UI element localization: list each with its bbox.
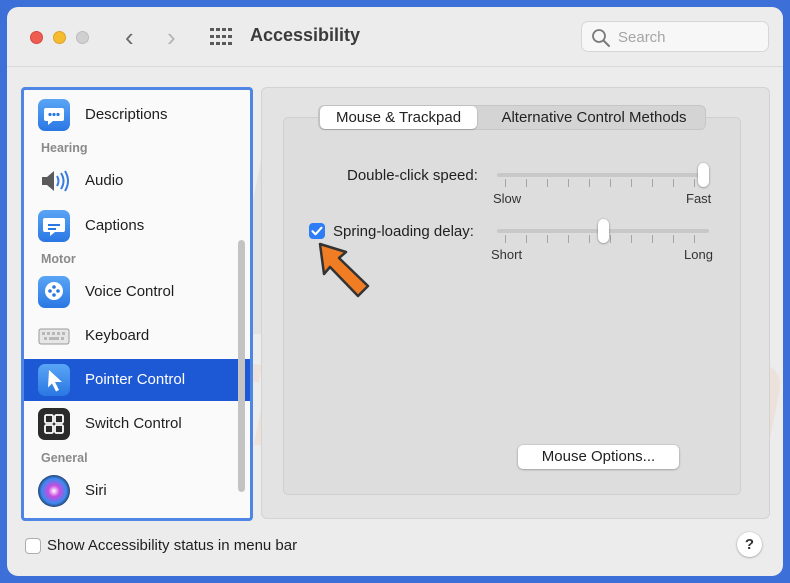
slider-tick [568, 235, 569, 243]
sidebar-item-keyboard[interactable]: Keyboard [24, 315, 250, 357]
fast-label: Fast [686, 191, 712, 206]
sidebar-item-pointer-control[interactable]: Pointer Control [24, 359, 250, 401]
section-header-motor: Motor [41, 252, 76, 266]
slider-tick [589, 179, 590, 187]
slider-tick [694, 235, 695, 243]
sidebar-item-label: Audio [85, 172, 124, 189]
slider-tick [526, 179, 527, 187]
slider-tick [589, 235, 590, 243]
voice-control-icon [38, 276, 70, 308]
slider-tick [505, 179, 506, 187]
section-header-hearing: Hearing [41, 141, 88, 155]
slider-tick [631, 179, 632, 187]
slider-tick [652, 235, 653, 243]
window-title: Accessibility [250, 25, 361, 45]
sidebar-item-descriptions[interactable]: Descriptions [24, 94, 250, 136]
sidebar-item-label: Siri [85, 482, 107, 499]
switch-control-icon [38, 408, 70, 440]
descriptions-icon [38, 99, 70, 131]
status-menu-bar-label: Show Accessibility status in menu bar [47, 537, 298, 554]
forward-icon[interactable]: › [167, 23, 176, 51]
search-field[interactable]: Search [581, 21, 769, 52]
slider-tick [652, 179, 653, 187]
slider-tick [673, 179, 674, 187]
captions-icon [38, 210, 70, 242]
tab-mouse-trackpad[interactable]: Mouse & Trackpad [320, 106, 477, 129]
slider-tick [526, 235, 527, 243]
spring-loading-label: Spring-loading delay: [333, 223, 474, 240]
sidebar-item-label: Keyboard [85, 327, 150, 344]
back-icon[interactable]: ‹ [125, 23, 134, 51]
sidebar-item-label: Pointer Control [85, 371, 186, 388]
checkmark-icon [311, 226, 323, 236]
close-button[interactable] [30, 31, 43, 44]
sidebar-item-captions[interactable]: Captions [24, 205, 250, 247]
siri-icon [38, 475, 70, 507]
status-menu-bar-checkbox[interactable] [25, 538, 41, 554]
annotation-arrow-icon [318, 242, 370, 298]
slider-tick [610, 235, 611, 243]
minimize-button[interactable] [53, 31, 66, 44]
mouse-options-button[interactable]: Mouse Options... [518, 445, 679, 469]
tab-alternative-control-methods[interactable]: Alternative Control Methods [483, 106, 705, 129]
sidebar-item-label: Descriptions [85, 106, 168, 123]
search-placeholder: Search [618, 29, 666, 46]
slider-knob[interactable] [698, 163, 709, 187]
show-all-grid-icon[interactable] [210, 28, 232, 46]
titlebar: ‹ › Accessibility Search [7, 7, 783, 67]
sidebar-item-audio[interactable]: Audio [24, 160, 250, 202]
slider-knob[interactable] [598, 219, 609, 243]
slider-tick [568, 179, 569, 187]
help-button[interactable]: ? [737, 532, 762, 557]
sidebar-scrollbar[interactable] [238, 240, 245, 492]
sidebar-item-label: Captions [85, 217, 145, 234]
sidebar-list[interactable]: Descriptions Hearing Audio Captions Moto… [21, 87, 253, 521]
slider-tick [610, 179, 611, 187]
double-click-speed-label: Double-click speed: [347, 167, 478, 184]
slow-label: Slow [493, 191, 522, 206]
slider-tick [547, 179, 548, 187]
sidebar-item-siri[interactable]: Siri [24, 470, 250, 512]
spring-loading-checkbox[interactable] [309, 223, 325, 239]
slider-tick [631, 235, 632, 243]
short-label: Short [491, 247, 523, 262]
speaker-icon [38, 165, 70, 197]
slider-tick [547, 235, 548, 243]
slider-tick [673, 235, 674, 243]
sidebar-item-voice-control[interactable]: Voice Control [24, 271, 250, 313]
zoom-button[interactable] [76, 31, 89, 44]
slider-track [497, 173, 709, 177]
system-preferences-window: PC risk.com ‹ › Accessibility Search [7, 7, 783, 576]
section-header-general: General [41, 451, 88, 465]
long-label: Long [684, 247, 713, 262]
slider-tick [505, 235, 506, 243]
titlebar-divider [7, 66, 783, 67]
sidebar-item-label: Voice Control [85, 283, 175, 300]
search-icon [592, 29, 610, 47]
keyboard-icon [38, 320, 70, 352]
sidebar-item-label: Switch Control [85, 415, 182, 432]
slider-tick [694, 179, 695, 187]
pointer-icon [38, 364, 70, 396]
sidebar-item-switch-control[interactable]: Switch Control [24, 403, 250, 445]
segmented-tabs: Mouse & Trackpad Alternative Control Met… [318, 105, 706, 130]
